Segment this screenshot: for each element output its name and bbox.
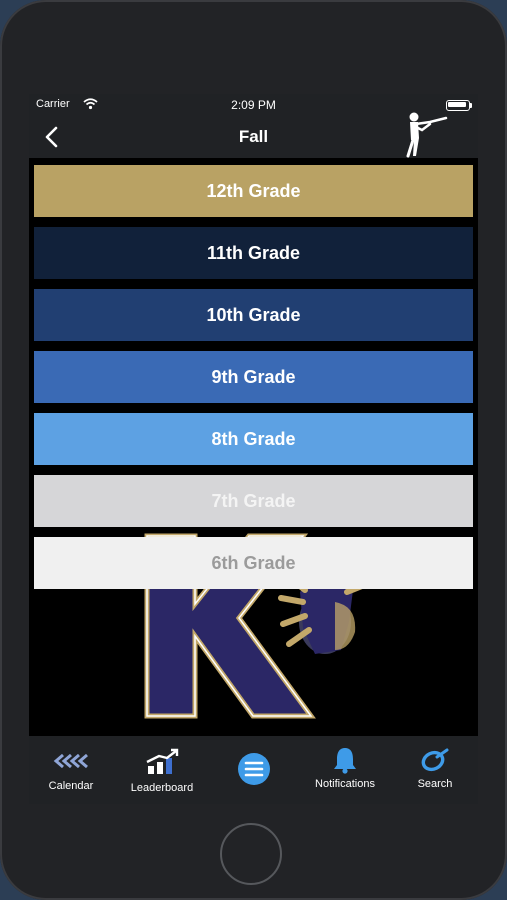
rising-bars-icon xyxy=(146,748,179,774)
tab-calendar[interactable]: Calendar xyxy=(35,736,107,804)
grade-label: 11th Grade xyxy=(206,242,301,263)
tab-label: Calendar xyxy=(48,780,94,792)
grade-label: 12th Grade xyxy=(206,180,301,201)
grade-row-9th[interactable]: 9th Grade xyxy=(34,351,473,403)
phone-frame: Carrier 2:09 PM Fall 12th Grade 11th Gra… xyxy=(0,0,507,900)
tab-menu[interactable] xyxy=(231,736,277,804)
grade-row-6th[interactable]: 6th Grade xyxy=(34,537,473,589)
grade-label: 6th Grade xyxy=(211,552,296,573)
grade-row-12th[interactable]: 12th Grade xyxy=(34,165,473,217)
grade-row-8th[interactable]: 8th Grade xyxy=(34,413,473,465)
grade-label: 8th Grade xyxy=(211,428,296,449)
nav-bar: Fall xyxy=(29,112,478,158)
tab-notifications[interactable]: Notifications xyxy=(303,736,387,804)
bell-icon xyxy=(334,748,356,774)
tab-bar: Calendar Leaderboard Notifications Searc… xyxy=(29,736,478,804)
grade-row-7th[interactable]: 7th Grade xyxy=(34,475,473,527)
tab-label: Leaderboard xyxy=(130,782,194,794)
tab-leaderboard[interactable]: Leaderboard xyxy=(121,736,203,804)
menu-icon xyxy=(238,753,270,785)
battery-icon xyxy=(446,100,472,111)
grade-row-10th[interactable]: 10th Grade xyxy=(34,289,473,341)
trap-shooter-icon xyxy=(406,112,448,158)
grade-label: 7th Grade xyxy=(211,490,296,511)
grade-label: 10th Grade xyxy=(206,304,301,325)
tab-search[interactable]: Search xyxy=(407,736,463,804)
grade-row-11th[interactable]: 11th Grade xyxy=(34,227,473,279)
tab-label: Search xyxy=(417,778,453,790)
tab-label: Notifications xyxy=(315,778,375,790)
grade-label: 9th Grade xyxy=(211,366,296,387)
chevrons-left-icon xyxy=(53,754,88,768)
app-screen: Carrier 2:09 PM Fall 12th Grade 11th Gra… xyxy=(29,94,478,804)
grade-list: 12th Grade 11th Grade 10th Grade 9th Gra… xyxy=(29,158,478,598)
home-button[interactable] xyxy=(220,823,282,885)
target-icon xyxy=(421,748,449,772)
